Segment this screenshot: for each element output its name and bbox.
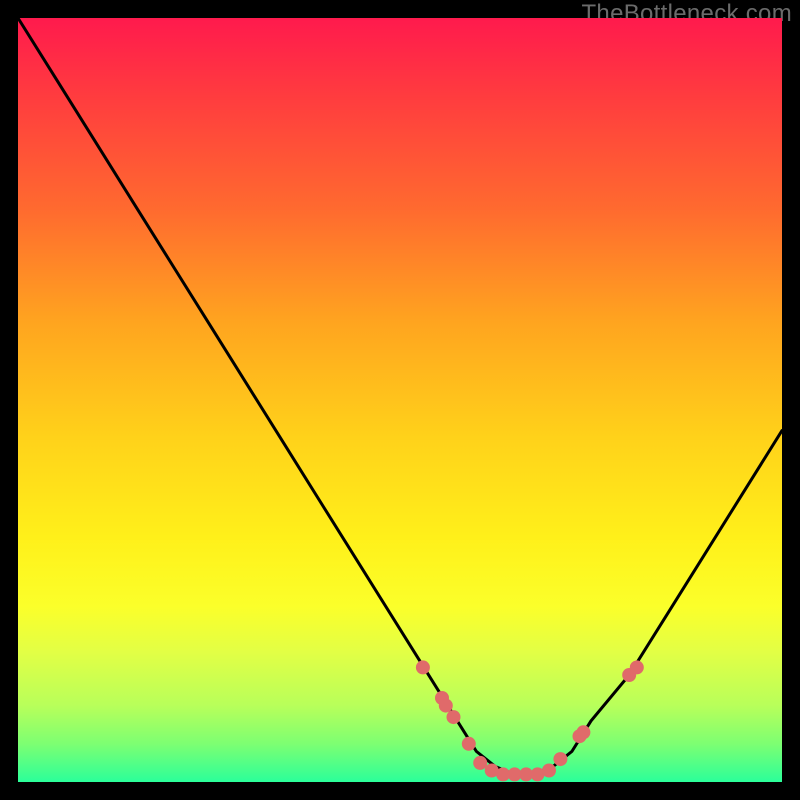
sample-point xyxy=(416,660,430,674)
sample-points-group xyxy=(416,660,644,781)
sample-point xyxy=(630,660,644,674)
sample-point xyxy=(447,710,461,724)
sample-point xyxy=(473,756,487,770)
curve-svg xyxy=(18,18,782,782)
sample-point xyxy=(553,752,567,766)
bottleneck-curve xyxy=(18,18,782,774)
sample-point xyxy=(439,699,453,713)
chart-frame: TheBottleneck.com xyxy=(0,0,800,800)
plot-area xyxy=(18,18,782,782)
sample-point xyxy=(542,764,556,778)
sample-point xyxy=(462,737,476,751)
sample-point xyxy=(576,725,590,739)
